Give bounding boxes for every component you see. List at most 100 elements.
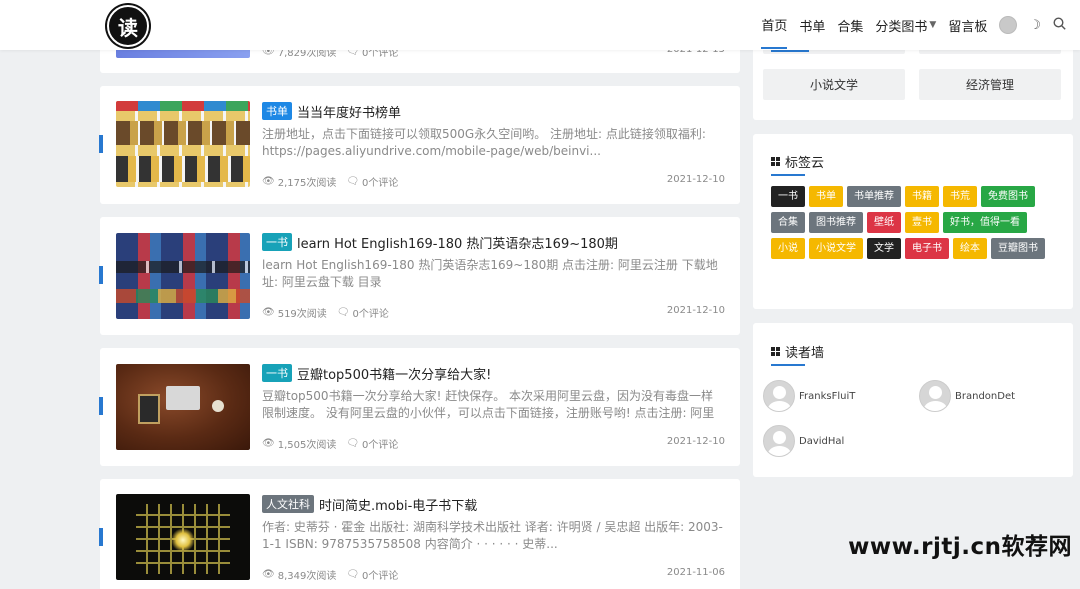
post-views: 519次阅读 [277, 309, 327, 320]
eye-icon: 👁 [262, 307, 275, 318]
post-comments: 0个评论 [352, 309, 389, 320]
post-title-line[interactable]: 书单 当当年度好书榜单 [262, 102, 401, 121]
post-thumbnail[interactable] [116, 101, 250, 187]
tag-cloud-item[interactable]: 小说文学 [809, 238, 863, 259]
thumbnail-decoration [116, 101, 250, 111]
post-card[interactable]: 一书 豆瓣top500书籍一次分享给大家! 豆瓣top500书籍一次分享给大家! … [99, 348, 740, 466]
tag-cloud-item[interactable]: 好书，值得一看 [943, 212, 1027, 233]
comments-meta: 🗨 0个评论 [346, 174, 398, 189]
dark-mode-moon-icon[interactable]: ☽ [1029, 18, 1041, 33]
avatar[interactable] [763, 380, 795, 412]
post-card[interactable]: 人文社科 时间简史.mobi-电子书下载 作者: 史蒂芬 · 霍金 出版社: 湖南… [99, 479, 740, 589]
tag-cloud-item[interactable]: 书荒 [943, 186, 977, 207]
widget-title-underline [771, 364, 805, 366]
post-card[interactable]: 书单 当当年度好书榜单 注册地址，点击下面链接可以领取500G永久空间哟。 注册地… [99, 86, 740, 204]
thumbnail-decoration [138, 394, 160, 424]
tag-cloud-item[interactable]: 绘本 [953, 238, 987, 259]
post-meta: 👁 2,175次阅读 🗨 0个评论 [262, 174, 398, 189]
tag-cloud-item[interactable]: 一书 [771, 186, 805, 207]
readers-widget: 读者墙 FranksFluiT BrandonDet DavidHal [753, 323, 1073, 477]
post-title[interactable]: learn Hot English169-180 热门英语杂志169~180期 [297, 237, 618, 252]
post-title-line[interactable]: 人文社科 时间简史.mobi-电子书下载 [262, 495, 477, 514]
tag-cloud-item[interactable]: 书籍 [905, 186, 939, 207]
tag-cloud-item[interactable]: 壁纸 [867, 212, 901, 233]
user-avatar-icon[interactable] [999, 16, 1018, 34]
post-comments: 0个评论 [362, 440, 399, 451]
widget-title-underline [771, 174, 805, 176]
nav-guestbook[interactable]: 留言板 [948, 16, 987, 35]
nav-categories-label: 分类图书 [875, 19, 928, 35]
tag-cloud-item[interactable]: 豆瓣图书 [991, 238, 1045, 259]
tag-cloud-item[interactable]: 电子书 [905, 238, 949, 259]
views-meta: 👁 519次阅读 [262, 305, 327, 320]
views-meta: 👁 2,175次阅读 [262, 174, 336, 189]
views-meta: 👁 8,349次阅读 [262, 567, 336, 582]
post-meta: 👁 8,349次阅读 🗨 0个评论 [262, 567, 398, 582]
post-views: 2,175次阅读 [277, 178, 337, 189]
tag-cloud-item[interactable]: 免费图书 [981, 186, 1035, 207]
tag-cloud-item[interactable]: 书单推荐 [847, 186, 901, 207]
category-button[interactable]: 小说文学 [763, 69, 905, 100]
reader-item[interactable]: DavidHal [763, 425, 844, 457]
tag-cloud-item[interactable]: 合集 [771, 212, 805, 233]
post-accent-bar [99, 266, 103, 284]
thumbnail-decoration [166, 386, 200, 410]
avatar[interactable] [919, 380, 951, 412]
reader-item[interactable]: FranksFluiT [763, 380, 855, 412]
comments-meta: 🗨 0个评论 [346, 436, 398, 451]
category-tag[interactable]: 书单 [262, 102, 292, 120]
post-views: 8,349次阅读 [277, 571, 337, 582]
tag-cloud-item[interactable]: 文学 [867, 238, 901, 259]
widget-title: 读者墙 [771, 342, 824, 361]
post-date: 2021-12-10 [666, 436, 725, 447]
chevron-down-icon: ▼ [929, 20, 937, 30]
post-card[interactable]: 一书 learn Hot English169-180 热门英语杂志169~180… [99, 217, 740, 335]
main-nav: 首页 书单 合集 分类图书 ▼ 留言板 ☽ [761, 0, 1066, 50]
post-accent-bar [99, 397, 103, 415]
post-thumbnail[interactable] [116, 233, 250, 319]
post-title[interactable]: 豆瓣top500书籍一次分享给大家! [297, 368, 491, 383]
grid-icon [771, 347, 780, 356]
category-active-underline [771, 50, 809, 52]
nav-categories[interactable]: 分类图书 ▼ [875, 16, 936, 35]
logo-glyph: 读 [118, 15, 138, 40]
category-tag[interactable]: 一书 [262, 364, 292, 382]
post-title-line[interactable]: 一书 豆瓣top500书籍一次分享给大家! [262, 364, 491, 383]
post-thumbnail[interactable] [116, 364, 250, 450]
post-comments: 0个评论 [362, 178, 399, 189]
reader-name[interactable]: FranksFluiT [799, 391, 855, 402]
tag-cloud-item[interactable]: 书单 [809, 186, 843, 207]
eye-icon: 👁 [262, 569, 275, 580]
reader-name[interactable]: BrandonDet [955, 391, 1015, 402]
post-title[interactable]: 时间简史.mobi-电子书下载 [319, 499, 477, 514]
reader-name[interactable]: DavidHal [799, 436, 844, 447]
nav-collections[interactable]: 合集 [837, 16, 863, 35]
nav-home[interactable]: 首页 [761, 1, 788, 49]
avatar[interactable] [763, 425, 795, 457]
tag-cloud-item[interactable]: 图书推荐 [809, 212, 863, 233]
tag-cloud-item[interactable]: 小说 [771, 238, 805, 259]
thumbnail-decoration [171, 528, 195, 552]
reader-item[interactable]: BrandonDet [919, 380, 1015, 412]
comment-icon: 🗨 [346, 438, 360, 449]
tag-cloud-item[interactable]: 壹书 [905, 212, 939, 233]
post-title-line[interactable]: 一书 learn Hot English169-180 热门英语杂志169~180… [262, 233, 618, 252]
category-tag[interactable]: 一书 [262, 233, 292, 251]
category-tag[interactable]: 人文社科 [262, 495, 314, 513]
search-icon[interactable] [1053, 16, 1066, 34]
post-excerpt: 豆瓣top500书籍一次分享给大家! 赶快保存。 本次采用阿里云盘，因为没有毒盘… [262, 389, 715, 420]
thumbnail-decoration [212, 400, 224, 412]
post-title[interactable]: 当当年度好书榜单 [297, 106, 401, 121]
eye-icon: 👁 [262, 438, 275, 449]
nav-book-lists[interactable]: 书单 [799, 16, 825, 35]
post-thumbnail[interactable] [116, 494, 250, 580]
thumbnail-decoration [116, 156, 250, 182]
grid-icon [771, 157, 780, 166]
site-header: 读 首页 书单 合集 分类图书 ▼ 留言板 ☽ [0, 0, 1080, 50]
post-excerpt: 作者: 史蒂芬 · 霍金 出版社: 湖南科学技术出版社 译者: 许明贤 / 吴忠… [262, 520, 723, 551]
post-excerpt: learn Hot English169-180 热门英语杂志169~180期 … [262, 258, 718, 289]
thumbnail-decoration [116, 261, 250, 273]
category-button[interactable]: 经济管理 [919, 69, 1061, 100]
site-logo[interactable]: 读 [107, 5, 149, 47]
tag-cloud-title: 标签云 [785, 156, 825, 171]
